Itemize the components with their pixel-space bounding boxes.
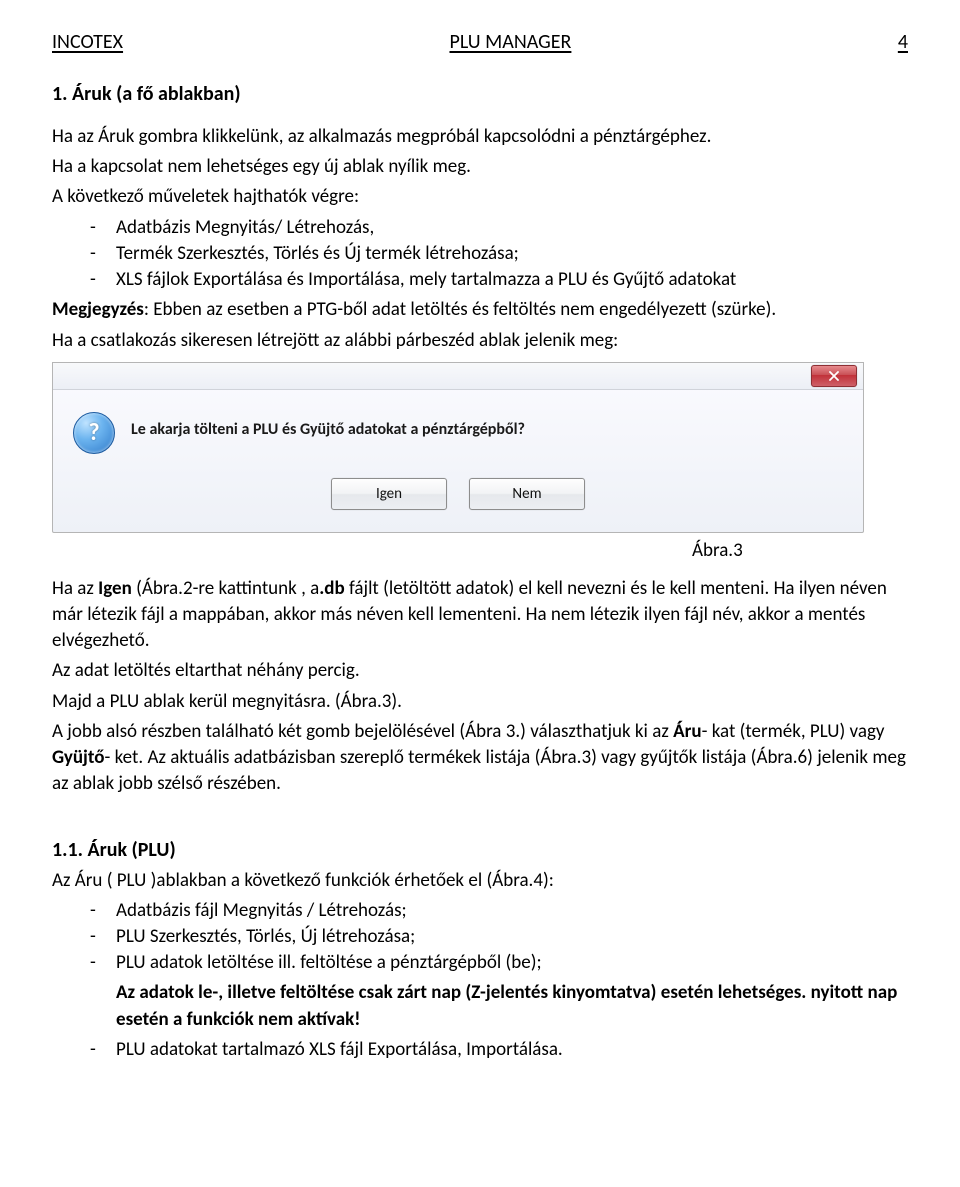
bullet-item: PLU adatok letöltése ill. feltöltése a p… — [52, 950, 908, 976]
section1-note: Megjegyzés: Ebben az esetben a PTG-ből a… — [52, 297, 908, 323]
page-number: 4 — [898, 30, 908, 54]
t: - ket. Az aktuális adatbázisban szereplő… — [52, 746, 906, 795]
document-page: INCOTEX PLU MANAGER 4 1. Áruk (a fő abla… — [0, 0, 960, 1107]
dialog-buttons-row: Igen Nem — [53, 462, 863, 532]
t: A jobb alsó részben található két gomb b… — [52, 720, 673, 743]
confirm-dialog: ? Le akarja tölteni a PLU és Gyüjtő adat… — [52, 362, 864, 533]
section11-bullets: Adatbázis fájl Megnyitás / Létrehozás; P… — [52, 898, 908, 977]
bullet-item: PLU Szerkesztés, Törlés, Új létrehozása; — [52, 924, 908, 950]
dialog-message: Le akarja tölteni a PLU és Gyüjtő adatok… — [131, 412, 525, 439]
section1-para3: A következő műveletek hajthatók végre: — [52, 184, 908, 210]
no-button[interactable]: Nem — [469, 478, 585, 510]
after-p2: Az adat letöltés eltarthat néhány percig… — [52, 658, 908, 684]
section1-bullets: Adatbázis Megnyitás/ Létrehozás, Termék … — [52, 215, 908, 294]
question-mark: ? — [88, 418, 99, 447]
figure3-caption: Ábra.3 — [52, 539, 908, 562]
dialog-titlebar — [53, 363, 863, 390]
yes-button[interactable]: Igen — [331, 478, 447, 510]
section1-para1: Ha az Áruk gombra klikkelünk, az alkalma… — [52, 124, 908, 150]
section11-intro: Az Áru ( PLU )ablakban a következő funkc… — [52, 868, 908, 894]
close-button[interactable] — [811, 365, 857, 387]
section1-para2: Ha a kapcsolat nem lehetséges egy új abl… — [52, 154, 908, 180]
section1-para4: Ha a csatlakozás sikeresen létrejött az … — [52, 328, 908, 354]
t-bold-gyujto: Gyüjtő — [52, 746, 105, 769]
after-p1: Ha az Igen (Ábra.2-re kattintunk , a.db … — [52, 576, 908, 655]
t-bold-igen: Igen — [98, 577, 132, 600]
section11-bullets2: PLU adatokat tartalmazó XLS fájl Exportá… — [52, 1037, 908, 1063]
page-header: INCOTEX PLU MANAGER 4 — [52, 30, 908, 56]
close-icon — [829, 371, 839, 381]
t: (Ábra.2-re kattintunk , a — [132, 577, 319, 600]
bullet-item: PLU adatokat tartalmazó XLS fájl Exportá… — [52, 1037, 908, 1063]
bullet-item: Termék Szerkesztés, Törlés és Új termék … — [52, 241, 908, 267]
section-1-title: 1. Áruk (a fő ablakban) — [52, 82, 908, 106]
note-label: Megjegyzés — [52, 298, 144, 321]
after-p3: Majd a PLU ablak kerül megnyitásra. (Ábr… — [52, 689, 908, 715]
bold-warn: Az adatok le-, illetve feltöltése csak z… — [116, 981, 897, 1030]
t: Ha az — [52, 577, 98, 600]
question-icon: ? — [73, 412, 115, 454]
note-rest: : Ebben az esetben a PTG-ből adat letölt… — [144, 298, 776, 321]
bullet-item: Adatbázis fájl Megnyitás / Létrehozás; — [52, 898, 908, 924]
bullet-item: XLS fájlok Exportálása és Importálása, m… — [52, 267, 908, 293]
bullet-item: Adatbázis Megnyitás/ Létrehozás, — [52, 215, 908, 241]
header-left: INCOTEX — [52, 30, 123, 54]
section-1-1-title: 1.1. Áruk (PLU) — [52, 838, 908, 862]
t: - kat (termék, PLU) vagy — [702, 720, 885, 743]
dialog-body: ? Le akarja tölteni a PLU és Gyüjtő adat… — [53, 390, 863, 462]
t-bold-aru: Áru — [673, 720, 701, 743]
section11-bold-note: Az adatok le-, illetve feltöltése csak z… — [52, 980, 908, 1032]
after-p4: A jobb alsó részben található két gomb b… — [52, 719, 908, 798]
header-center: PLU MANAGER — [449, 30, 571, 54]
t-bold-db: .db — [319, 577, 344, 600]
